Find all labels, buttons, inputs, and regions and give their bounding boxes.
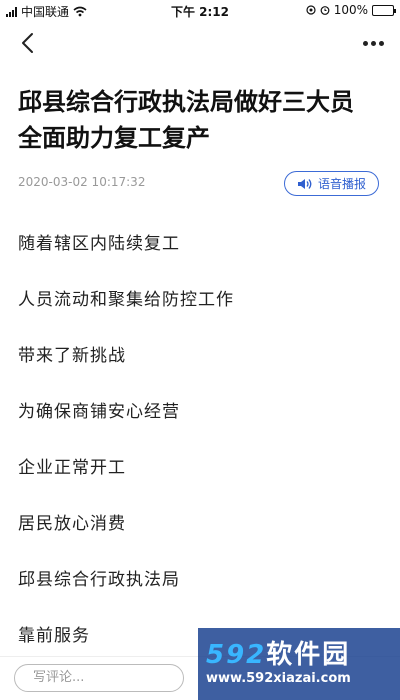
article-title-line: 邱县综合行政执法局做好三大员 [18,88,354,116]
chevron-left-icon [22,33,33,53]
article-title: 邱县综合行政执法局做好三大员 全面助力复工复产 [18,84,382,156]
article-paragraph: 带来了新挑战 [18,346,126,366]
audio-broadcast-label: 语音播报 [317,177,366,191]
watermark-brand: 592软件园 [206,640,400,670]
back-button[interactable] [14,28,44,58]
watermark-text: 软件园 [266,640,351,670]
battery-icon [372,4,396,16]
audio-broadcast-button[interactable]: 语音播报 [284,171,379,196]
more-dot [362,40,368,46]
watermark-number: 592 [206,640,267,670]
status-right: 100% [306,3,396,17]
article-paragraph: 企业正常开工 [18,458,126,478]
watermark-url: www.592xiazai.com [206,671,351,686]
article-paragraph: 邱县综合行政执法局 [18,570,180,590]
more-dot [370,40,376,46]
article-paragraph: 靠前服务 [18,626,90,646]
article-paragraph: 居民放心消费 [18,514,126,534]
nav-bar [0,20,400,64]
watermark-logo: 592软件园 www.592xiazai.com [198,628,400,700]
article-paragraph: 人员流动和聚集给防控工作 [18,290,234,310]
article-paragraph: 随着辖区内陆续复工 [18,234,180,254]
location-icon [306,5,316,15]
more-dot [378,40,384,46]
speaker-icon [297,178,312,189]
alarm-icon [320,6,330,15]
comment-input[interactable]: 写评论... [14,664,184,692]
article-title-line: 全面助力复工复产 [18,124,210,152]
status-bar: 中国联通 下午 2:12 100% [0,0,400,20]
more-button[interactable] [358,28,388,58]
battery-percent: 100% [333,3,368,17]
article-paragraph: 为确保商铺安心经营 [18,402,180,422]
article-date: 2020-03-02 10:17:32 [18,175,146,189]
